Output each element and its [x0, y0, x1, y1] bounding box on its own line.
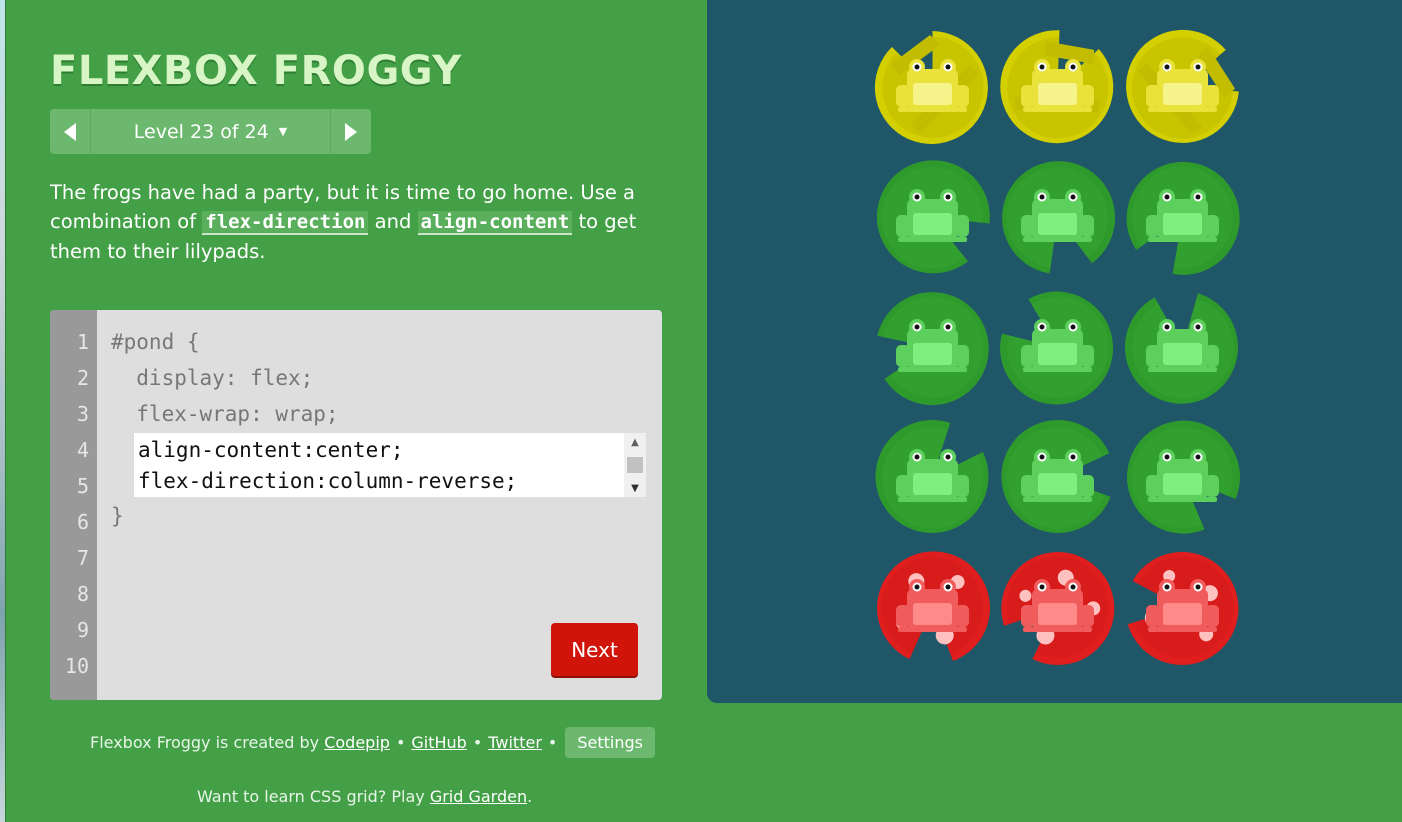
line-number: 1: [76, 330, 89, 354]
lilypad-frog-graphic: [1000, 291, 1114, 405]
lilypad-frog-graphic: [877, 551, 990, 661]
code-align-content: align-content: [417, 211, 573, 235]
yellow-lilypad-with-frog: [1120, 25, 1245, 150]
red-lilypad-with-frog: [870, 545, 995, 670]
pond: [707, 0, 1402, 703]
line-number: 8: [76, 582, 89, 606]
credit-text: Flexbox Froggy is created by: [90, 733, 325, 752]
line-number: 2: [76, 366, 89, 390]
line-number: 5: [76, 474, 89, 498]
promo-text: .: [527, 787, 533, 806]
lilypad-frog-graphic: [875, 420, 989, 533]
lilypad-frog-graphic: [1000, 30, 1114, 144]
lilypad-frog-graphic: [1127, 551, 1239, 665]
level-instructions: The frogs have had a party, but it is ti…: [50, 178, 670, 266]
app-title: FLEXBOX FROGGY: [50, 48, 462, 94]
line-number: 3: [76, 402, 89, 426]
lilypad-frog-graphic: [874, 31, 988, 144]
line-number: 10: [64, 654, 89, 678]
lilypad-frog-graphic: [1127, 420, 1240, 534]
previous-level-button[interactable]: [50, 109, 91, 154]
code-flex-direction: flex-direction: [202, 211, 369, 235]
green-lilypad-with-frog: [995, 285, 1120, 410]
lilypad-frog-graphic: [877, 292, 989, 406]
scroll-up-arrow-icon[interactable]: ▲: [624, 433, 646, 451]
yellow-lilypad-with-frog: [995, 25, 1120, 150]
desktop-edge: [0, 0, 6, 822]
caret-down-icon: ▼: [278, 125, 288, 138]
code-line: display: flex;: [111, 366, 314, 390]
code-input-area[interactable]: align-content:center; flex-direction:col…: [134, 433, 646, 497]
twitter-link[interactable]: Twitter: [488, 733, 542, 752]
level-dropdown[interactable]: Level 23 of 24 ▼: [91, 109, 330, 154]
next-button[interactable]: Next: [551, 623, 638, 676]
code-line: flex-wrap: wrap;: [111, 402, 339, 426]
lilypad-frog-graphic: [1001, 420, 1111, 533]
green-lilypad-with-frog: [1120, 155, 1245, 280]
line-number: 9: [76, 618, 89, 642]
input-line[interactable]: flex-direction:column-reverse;: [138, 469, 517, 493]
settings-button[interactable]: Settings: [565, 727, 655, 758]
lilypad-frog-graphic: [876, 160, 990, 274]
triangle-right-icon: [345, 122, 357, 141]
level-label: Level 23 of 24: [133, 120, 269, 143]
red-lilypad-with-frog: [995, 545, 1120, 670]
line-number-gutter: 1 2 3 4 5 6 7 8 9 10: [50, 310, 97, 700]
green-lilypad-with-frog: [1120, 285, 1245, 410]
lilypad-frog-graphic: [1124, 293, 1238, 404]
footer-credits: Flexbox Froggy is created by Codepip • Git…: [90, 727, 655, 758]
green-lilypad-with-frog: [870, 285, 995, 410]
promo-text: Want to learn CSS grid? Play: [197, 787, 430, 806]
scroll-down-arrow-icon[interactable]: ▼: [624, 479, 646, 497]
green-lilypad-with-frog: [995, 155, 1120, 280]
input-scrollbar[interactable]: ▲ ▼: [624, 433, 646, 497]
green-lilypad-with-frog: [1120, 415, 1245, 540]
lilypad-frog-graphic: [1002, 161, 1116, 274]
separator: •: [547, 733, 558, 752]
line-number: 7: [76, 546, 89, 570]
scroll-thumb[interactable]: [627, 457, 643, 473]
next-level-button[interactable]: [330, 109, 371, 154]
code-line: #pond {: [111, 330, 200, 354]
green-lilypad-with-frog: [995, 415, 1120, 540]
level-navigation: Level 23 of 24 ▼: [50, 109, 371, 154]
green-lilypad-with-frog: [870, 415, 995, 540]
separator: •: [472, 733, 483, 752]
line-number: 6: [76, 510, 89, 534]
line-number: 4: [76, 438, 89, 462]
lilypad-frog-graphic: [1126, 29, 1239, 143]
green-lilypad-with-frog: [870, 155, 995, 280]
yellow-lilypad-with-frog: [870, 25, 995, 150]
separator: •: [395, 733, 406, 752]
instruction-text: and: [368, 210, 418, 233]
github-link[interactable]: GitHub: [411, 733, 466, 752]
input-line[interactable]: align-content:center;: [138, 438, 404, 462]
css-editor: 1 2 3 4 5 6 7 8 9 10 #pond { display: fl…: [50, 310, 662, 700]
red-lilypad-with-frog: [1120, 545, 1245, 670]
code-line: }: [111, 504, 124, 528]
grid-garden-promo: Want to learn CSS grid? Play Grid Garden…: [197, 787, 532, 806]
codepip-link[interactable]: Codepip: [324, 733, 390, 752]
lilypad-frog-graphic: [1001, 552, 1115, 666]
grid-garden-link[interactable]: Grid Garden: [430, 787, 527, 806]
triangle-left-icon: [64, 122, 76, 141]
lilypad-frog-graphic: [1126, 161, 1240, 275]
